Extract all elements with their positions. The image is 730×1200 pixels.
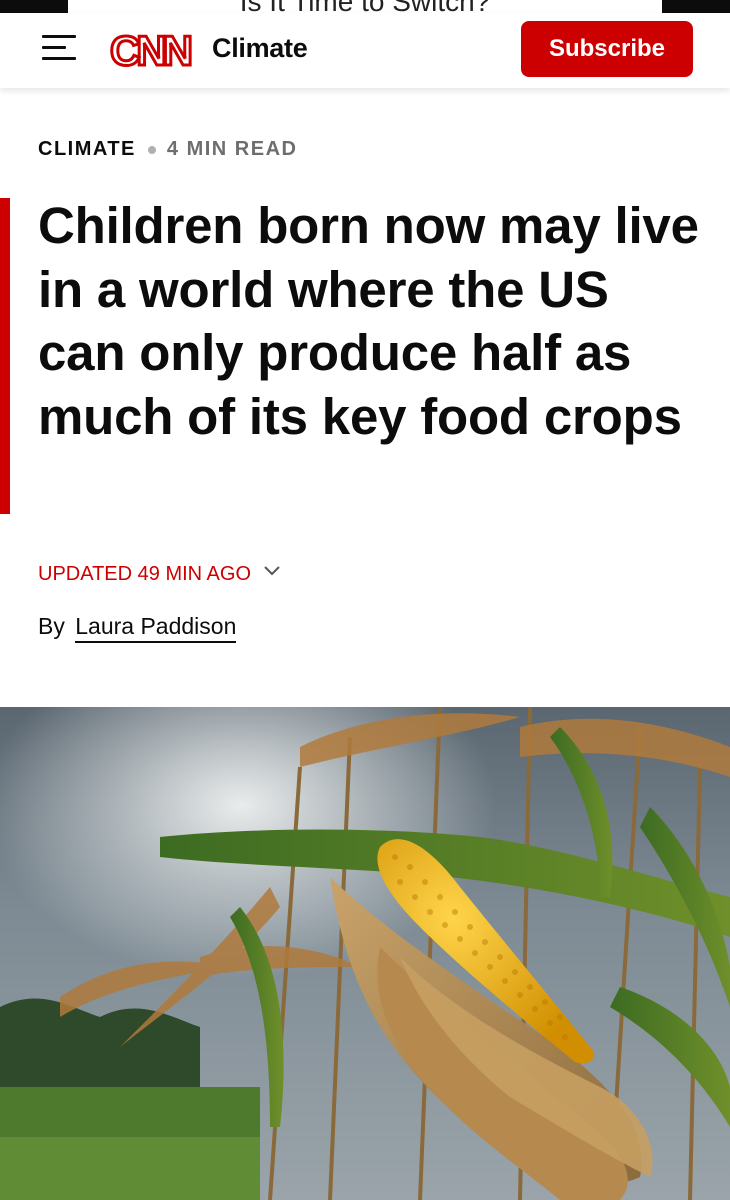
ad-banner-right-block [662,0,730,13]
site-header: CNN Climate Subscribe [0,13,730,88]
hamburger-menu-icon[interactable] [42,35,76,61]
corn-field-photo [0,707,730,1200]
byline-prefix: By [38,613,65,639]
updated-label: UPDATED 49 MIN AGO [38,563,252,585]
chevron-down-icon[interactable] [263,562,281,580]
article-headline: Children born now may live in a world wh… [38,197,699,445]
article-kicker: CLIMATE 4 MIN READ [38,138,297,161]
cnn-logo[interactable]: CNN [110,29,198,71]
byline: By Laura Paddison [38,613,237,643]
category-label[interactable]: CLIMATE [38,138,136,161]
headline-accent-bar [0,198,10,514]
read-time: 4 MIN READ [166,138,298,160]
ad-banner-left-block [0,0,68,13]
svg-text:CNN: CNN [110,29,191,71]
section-title[interactable]: Climate [212,33,308,64]
top-ad-banner[interactable]: Is It Time to Switch? [0,0,730,13]
updated-timestamp[interactable]: UPDATED 49 MIN AGO [38,563,281,586]
ad-banner-text: Is It Time to Switch? [68,0,662,13]
hero-image[interactable] [0,707,730,1200]
separator-dot [147,145,156,154]
subscribe-button[interactable]: Subscribe [521,21,693,77]
author-link[interactable]: Laura Paddison [75,613,237,643]
